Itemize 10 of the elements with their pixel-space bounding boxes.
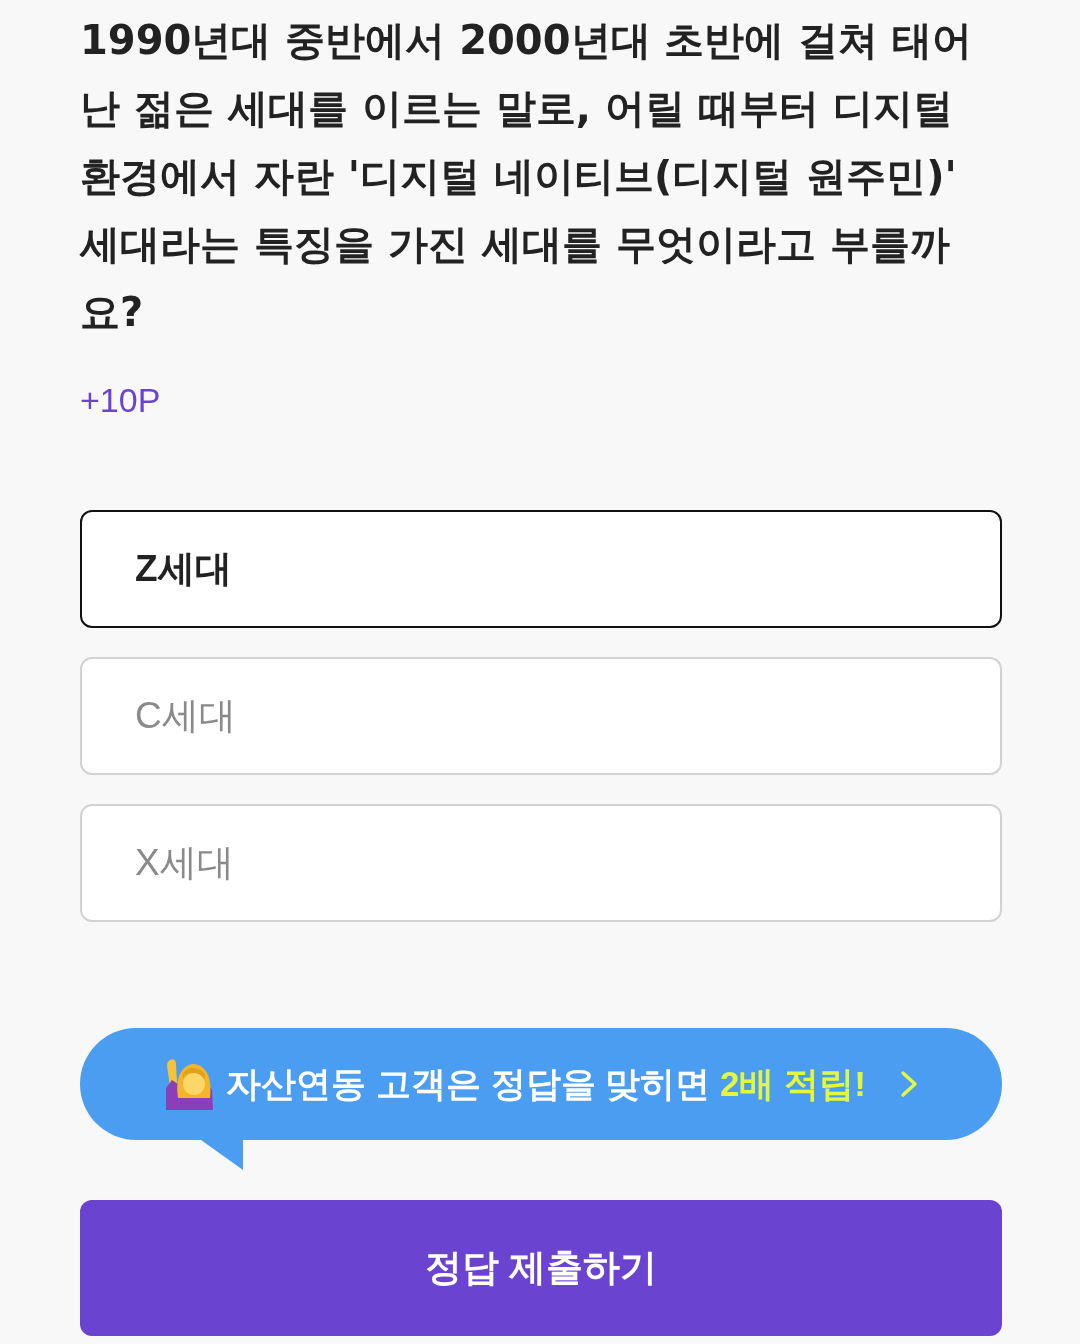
question-text: 1990년대 중반에서 2000년대 초반에 걸쳐 태어난 젊은 세대를 이르는 말로, 어릴 때부터 디지털 환경에서 자란 '디지털 네이티브(디지털 원주민)' 세대라는 특징을 가진 세대를 무엇이라고 부를까요? — [80, 16, 974, 337]
chevron-right-icon — [899, 1070, 918, 1098]
answer-option[interactable]: Z세대 — [80, 510, 1002, 628]
person-raising-hand-icon — [164, 1058, 215, 1110]
answer-option[interactable]: C세대 — [80, 657, 1002, 775]
promo-banner[interactable]: 자산연동 고객은 정답을 맞히면 2배 적립! — [80, 1028, 1002, 1140]
points-label: +10P — [80, 380, 161, 420]
promo-text: 자산연동 고객은 정답을 맞히면 2배 적립! — [226, 1062, 866, 1105]
submit-answer-button[interactable]: 정답 제출하기 — [80, 1200, 1002, 1336]
answer-option[interactable]: X세대 — [80, 804, 1002, 922]
